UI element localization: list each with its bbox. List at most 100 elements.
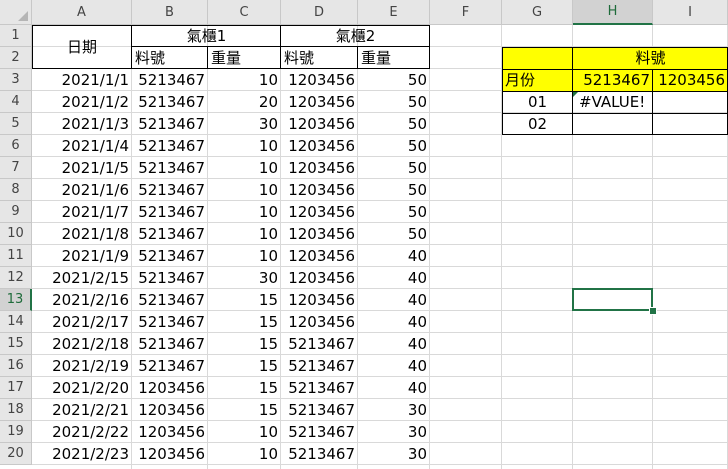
cell-weight-2[interactable]: 40	[358, 333, 430, 355]
cell-part-no-2[interactable]: 5213467	[281, 399, 358, 421]
cell-weight-2[interactable]: 40	[358, 245, 430, 267]
row-header-16[interactable]: 16	[0, 355, 32, 377]
row-header-9[interactable]: 9	[0, 201, 32, 223]
row-header-2[interactable]: 2	[0, 47, 32, 69]
cell-date[interactable]: 2021/1/6	[32, 179, 132, 201]
cell-weight-1[interactable]: 10	[208, 69, 281, 91]
cell-part-no-2[interactable]: 5213467	[281, 355, 358, 377]
cell-part-no-2[interactable]: 1203456	[281, 69, 358, 91]
cell-weight-1[interactable]: 10	[208, 135, 281, 157]
cell-part-no-2[interactable]: 5213467	[281, 333, 358, 355]
column-header-a[interactable]: A	[32, 0, 132, 25]
cell-weight-2[interactable]: 50	[358, 135, 430, 157]
header-cabinet1[interactable]: 氣櫃1	[132, 25, 281, 47]
header-part-no-1[interactable]: 料號	[132, 47, 208, 69]
column-header-g[interactable]: G	[502, 0, 573, 25]
row-header-20[interactable]: 20	[0, 443, 32, 465]
row-header-15[interactable]: 15	[0, 333, 32, 355]
row-header-18[interactable]: 18	[0, 399, 32, 421]
cell-weight-1[interactable]: 15	[208, 289, 281, 311]
header-weight-2[interactable]: 重量	[358, 47, 430, 69]
cell-part-no-1[interactable]: 5213467	[132, 245, 208, 267]
column-header-e[interactable]: E	[358, 0, 430, 25]
cell-part-no-1[interactable]: 5213467	[132, 201, 208, 223]
cell-part-no-2[interactable]: 5213467	[281, 421, 358, 443]
column-header-c[interactable]: C	[208, 0, 281, 25]
header-part-no-2[interactable]: 料號	[281, 47, 358, 69]
summary-month-01[interactable]: 01	[502, 91, 573, 113]
cell-part-no-2[interactable]: 1203456	[281, 223, 358, 245]
cell-part-no-2[interactable]: 1203456	[281, 201, 358, 223]
row-header-13[interactable]: 13	[0, 289, 32, 311]
row-header-12[interactable]: 12	[0, 267, 32, 289]
cell-part-no-2[interactable]: 1203456	[281, 179, 358, 201]
summary-part-a[interactable]: 5213467	[573, 69, 653, 91]
cell-weight-1[interactable]: 10	[208, 421, 281, 443]
cell-weight-2[interactable]: 50	[358, 113, 430, 135]
row-header-10[interactable]: 10	[0, 223, 32, 245]
cell-part-no-2[interactable]: 5213467	[281, 443, 358, 465]
summary-part-header[interactable]: 料號	[573, 47, 728, 69]
row-header-6[interactable]: 6	[0, 135, 32, 157]
cell-weight-2[interactable]: 50	[358, 223, 430, 245]
summary-error-value[interactable]: #VALUE!	[573, 91, 653, 113]
column-header-b[interactable]: B	[132, 0, 208, 25]
cell-date[interactable]: 2021/1/3	[32, 113, 132, 135]
cell-weight-2[interactable]: 40	[358, 355, 430, 377]
column-header-f[interactable]: F	[430, 0, 502, 25]
cell-weight-2[interactable]: 50	[358, 201, 430, 223]
row-header-7[interactable]: 7	[0, 157, 32, 179]
cell-weight-1[interactable]: 15	[208, 355, 281, 377]
cell-weight-2[interactable]: 40	[358, 311, 430, 333]
cell-date[interactable]: 2021/1/7	[32, 201, 132, 223]
cell-date[interactable]: 2021/2/17	[32, 311, 132, 333]
cell-date[interactable]: 2021/1/2	[32, 91, 132, 113]
cell-weight-2[interactable]: 50	[358, 91, 430, 113]
column-header-i[interactable]: I	[653, 0, 728, 25]
cell-part-no-1[interactable]: 5213467	[132, 355, 208, 377]
summary-part-b[interactable]: 1203456	[653, 69, 728, 91]
cell-weight-2[interactable]: 50	[358, 179, 430, 201]
cell-part-no-2[interactable]: 5213467	[281, 377, 358, 399]
cell-part-no-2[interactable]: 1203456	[281, 267, 358, 289]
cell-weight-1[interactable]: 10	[208, 179, 281, 201]
cell-part-no-1[interactable]: 5213467	[132, 333, 208, 355]
column-header-h[interactable]: H	[573, 0, 653, 25]
cell-part-no-2[interactable]: 1203456	[281, 135, 358, 157]
column-header-d[interactable]: D	[281, 0, 358, 25]
row-header-11[interactable]: 11	[0, 245, 32, 267]
select-all-corner[interactable]	[0, 0, 32, 25]
cell-part-no-2[interactable]: 1203456	[281, 113, 358, 135]
row-header-8[interactable]: 8	[0, 179, 32, 201]
cell-part-no-1[interactable]: 1203456	[132, 377, 208, 399]
cell-weight-2[interactable]: 50	[358, 157, 430, 179]
cell-part-no-1[interactable]: 5213467	[132, 311, 208, 333]
cell-part-no-1[interactable]: 5213467	[132, 157, 208, 179]
header-date[interactable]: 日期	[32, 25, 132, 69]
row-header-17[interactable]: 17	[0, 377, 32, 399]
fill-handle[interactable]	[649, 307, 657, 315]
cell-date[interactable]: 2021/1/4	[32, 135, 132, 157]
cell-part-no-2[interactable]: 1203456	[281, 311, 358, 333]
cell-weight-1[interactable]: 10	[208, 157, 281, 179]
cell-weight-2[interactable]: 50	[358, 69, 430, 91]
cell-date[interactable]: 2021/2/21	[32, 399, 132, 421]
cell-part-no-1[interactable]: 5213467	[132, 113, 208, 135]
cell-part-no-1[interactable]: 5213467	[132, 135, 208, 157]
cell-part-no-2[interactable]: 1203456	[281, 157, 358, 179]
cell-date[interactable]: 2021/2/18	[32, 333, 132, 355]
spreadsheet-grid[interactable]: A B C D E F G H I 1 2 3 4 5 6 7 8 9 10 11 12 13 14 15 16 17 18 19 20…	[0, 0, 728, 469]
cell-weight-1[interactable]: 10	[208, 223, 281, 245]
cell-part-no-1[interactable]: 5213467	[132, 179, 208, 201]
cell-weight-2[interactable]: 40	[358, 267, 430, 289]
row-header-14[interactable]: 14	[0, 311, 32, 333]
cell-weight-1[interactable]: 15	[208, 377, 281, 399]
summary-month-02[interactable]: 02	[502, 113, 573, 135]
cell-weight-1[interactable]: 20	[208, 91, 281, 113]
row-header-4[interactable]: 4	[0, 91, 32, 113]
cell-date[interactable]: 2021/1/1	[32, 69, 132, 91]
cell-part-no-1[interactable]: 5213467	[132, 91, 208, 113]
cell-part-no-2[interactable]: 1203456	[281, 91, 358, 113]
cell-weight-1[interactable]: 30	[208, 267, 281, 289]
cell-weight-2[interactable]: 30	[358, 443, 430, 465]
